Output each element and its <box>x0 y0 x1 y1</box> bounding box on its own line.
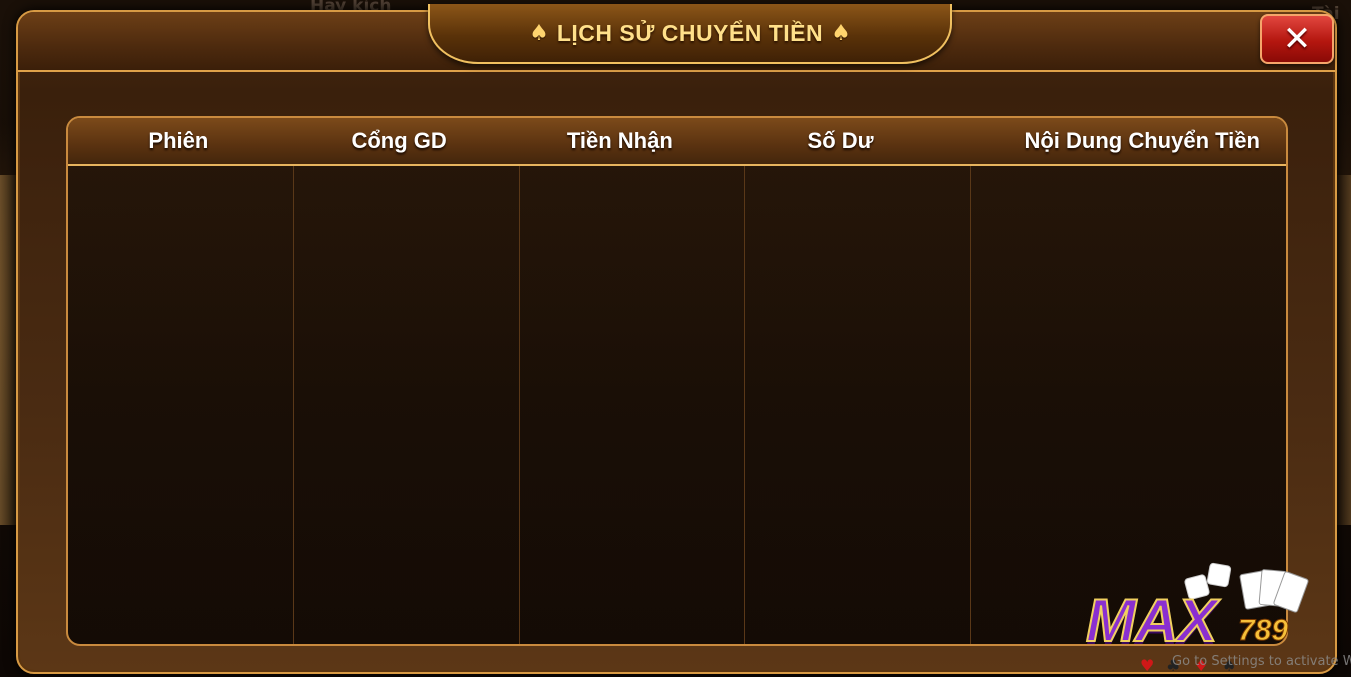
dice-icon <box>1206 562 1232 588</box>
column-header-session: Phiên <box>148 128 209 153</box>
column-header-balance: Số Dư <box>807 128 874 153</box>
table-header: Phiên Cổng GD Tiền Nhận Số Dư Nội Dung C… <box>68 118 1286 166</box>
spade-icon: ♠ <box>529 20 549 46</box>
column-header-amount-received: Tiền Nhận <box>566 128 673 153</box>
column-header-gateway: Cổng GD <box>351 128 447 153</box>
heart-icon: ♥ <box>1140 656 1155 675</box>
table-column <box>293 166 520 644</box>
background-right-strip <box>1337 175 1351 525</box>
close-button[interactable]: ✕ <box>1260 14 1334 64</box>
windows-activation-watermark: Go to Settings to activate W <box>1172 654 1351 669</box>
dialog-title: LỊCH SỬ CHUYỂN TIỀN <box>556 19 824 46</box>
table-column <box>519 166 746 644</box>
logo-number-text: 789 <box>1237 614 1289 648</box>
table-column <box>68 166 294 644</box>
table-column <box>745 166 972 644</box>
spade-icon: ♠ <box>831 20 851 46</box>
close-icon: ✕ <box>1282 19 1312 59</box>
background-left-strip <box>0 175 16 525</box>
dialog-title-plate: ♠ LỊCH SỬ CHUYỂN TIỀN ♠ <box>428 4 952 64</box>
column-header-transfer-content: Nội Dung Chuyển Tiền <box>1024 128 1260 153</box>
logo-brand-text: MAX <box>1085 586 1218 655</box>
